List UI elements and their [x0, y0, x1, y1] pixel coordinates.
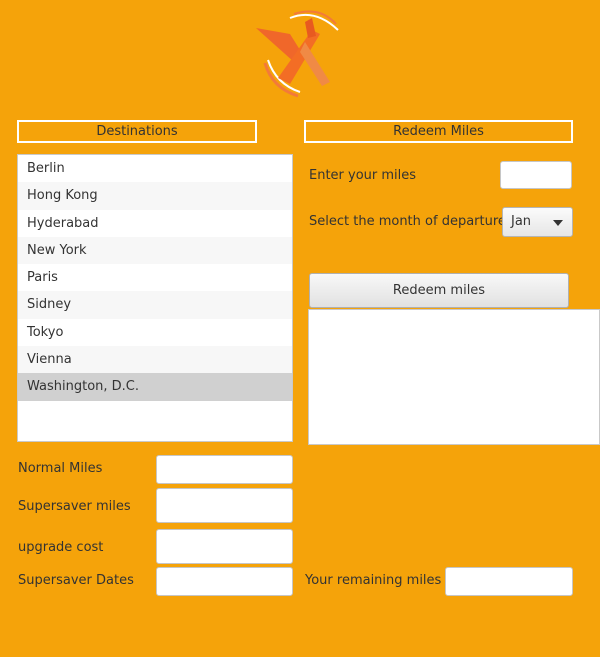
list-item-berlin[interactable]: Berlin [18, 155, 292, 182]
list-item-washington-dc[interactable]: Washington, D.C. [18, 373, 292, 401]
redeem-miles-button[interactable]: Redeem miles [309, 273, 569, 308]
supersaver-dates-field[interactable] [156, 567, 293, 596]
list-item-hyderabad[interactable]: Hyderabad [18, 210, 292, 237]
remaining-miles-label: Your remaining miles [305, 573, 442, 588]
normal-miles-label: Normal Miles [18, 461, 103, 476]
list-item-sidney[interactable]: Sidney [18, 291, 292, 319]
destinations-list[interactable]: Berlin Hong Kong Hyderabad New York Pari… [17, 154, 293, 442]
remaining-miles-field[interactable] [445, 567, 573, 596]
list-item-vienna[interactable]: Vienna [18, 346, 292, 374]
supersaver-miles-label: Supersaver miles [18, 499, 131, 514]
redeem-miles-header: Redeem Miles [304, 120, 573, 143]
month-label: Select the month of departure [309, 214, 506, 229]
list-item-new-york[interactable]: New York [18, 236, 292, 265]
redeem-output-area[interactable] [308, 309, 600, 445]
list-item-paris[interactable]: Paris [18, 264, 292, 291]
destinations-header: Destinations [17, 120, 257, 143]
upgrade-cost-field[interactable] [156, 529, 293, 564]
chevron-down-icon [553, 220, 563, 226]
normal-miles-field[interactable] [156, 455, 293, 484]
supersaver-dates-label: Supersaver Dates [18, 573, 134, 588]
month-select[interactable]: Jan [502, 207, 573, 237]
enter-miles-label: Enter your miles [309, 168, 417, 183]
upgrade-cost-label: upgrade cost [18, 540, 104, 555]
list-item-tokyo[interactable]: Tokyo [18, 319, 292, 346]
airplane-logo-icon [250, 8, 345, 100]
month-select-value: Jan [511, 214, 532, 229]
enter-miles-field[interactable] [500, 161, 572, 189]
list-item-hong-kong[interactable]: Hong Kong [18, 182, 292, 210]
supersaver-miles-field[interactable] [156, 488, 293, 523]
